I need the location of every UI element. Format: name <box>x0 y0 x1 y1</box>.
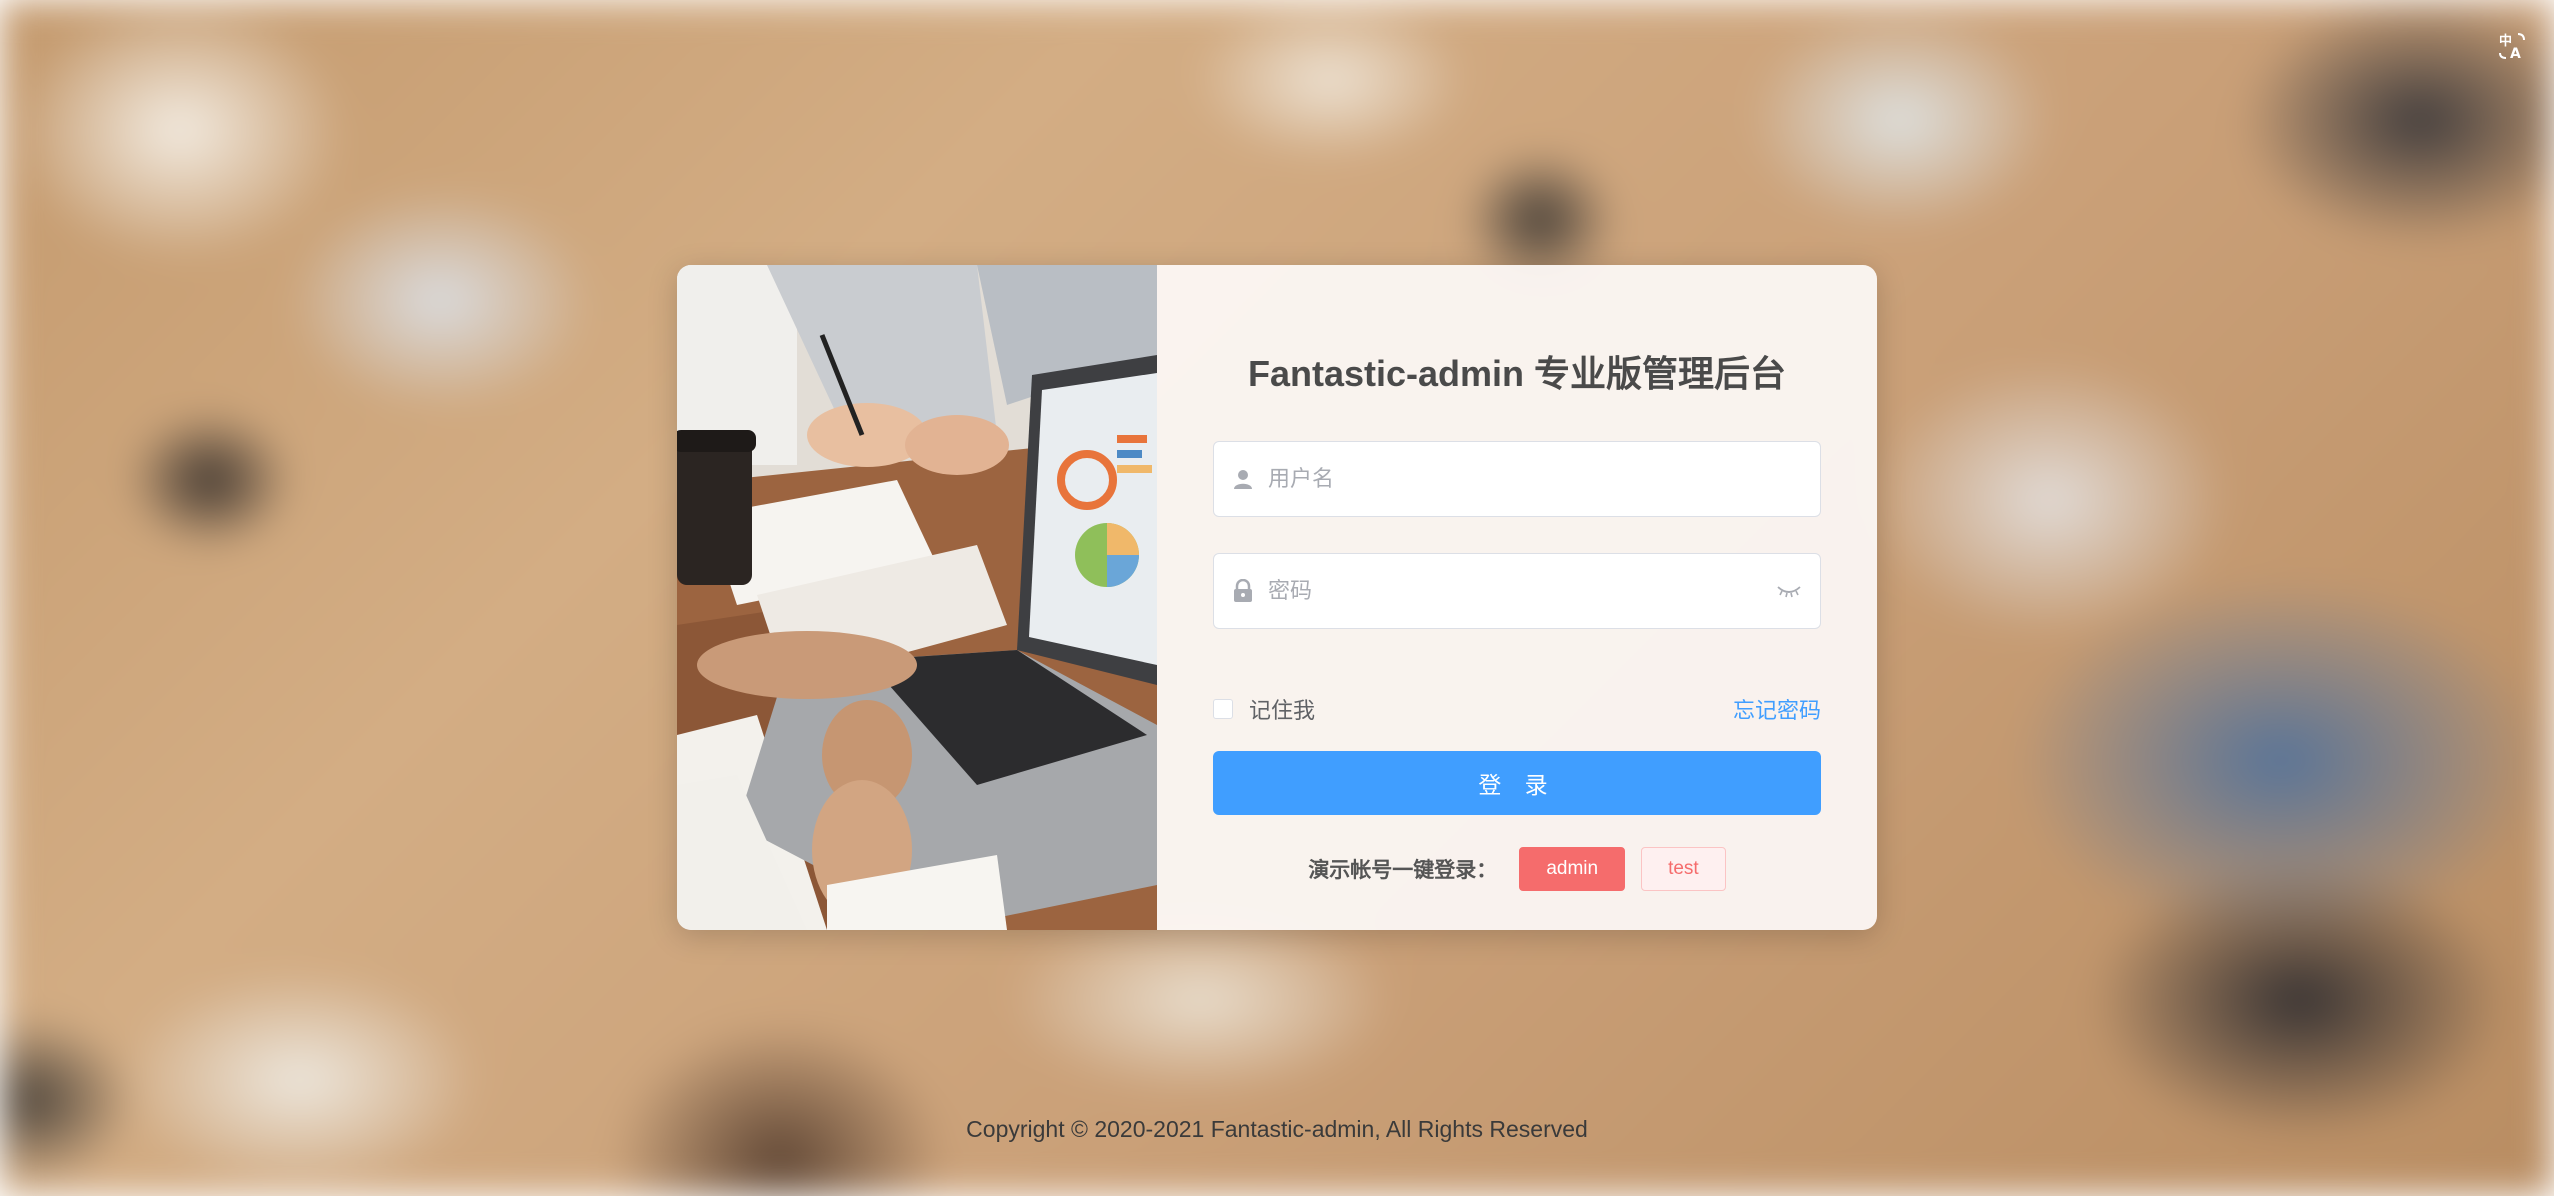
password-input[interactable] <box>1266 577 1774 605</box>
login-banner-image <box>677 265 1157 930</box>
login-options: 记住我 忘记密码 <box>1213 693 1821 725</box>
demo-login: 演示帐号一键登录： admin test <box>1213 847 1821 891</box>
login-form: Fantastic-admin 专业版管理后台 用户名 记住我 忘记密码 登 录… <box>1157 265 1877 930</box>
forgot-password-link[interactable]: 忘记密码 <box>1733 693 1821 725</box>
eye-closed-icon[interactable] <box>1774 580 1804 602</box>
svg-text:A: A <box>2510 46 2521 61</box>
login-card: Fantastic-admin 专业版管理后台 用户名 记住我 忘记密码 登 录… <box>677 265 1877 930</box>
login-title: Fantastic-admin 专业版管理后台 <box>1247 353 1787 394</box>
remember-me-checkbox[interactable]: 记住我 <box>1213 693 1315 725</box>
username-field[interactable] <box>1213 441 1821 517</box>
password-field[interactable] <box>1213 553 1821 629</box>
copyright-text: Copyright © 2020-2021 Fantastic-admin, A… <box>966 1116 1588 1142</box>
username-input[interactable] <box>1266 465 1804 493</box>
demo-admin-button[interactable]: admin <box>1519 847 1626 891</box>
demo-login-label: 演示帐号一键登录： <box>1308 858 1498 882</box>
demo-test-button[interactable]: test <box>1641 847 1726 891</box>
login-button[interactable]: 登 录 <box>1213 751 1821 815</box>
translate-icon[interactable]: 中 A <box>2492 26 2532 66</box>
user-icon <box>1230 466 1256 492</box>
lock-icon <box>1230 578 1256 604</box>
remember-me-label: 记住我 <box>1249 699 1316 724</box>
checkbox-box[interactable] <box>1213 699 1233 719</box>
